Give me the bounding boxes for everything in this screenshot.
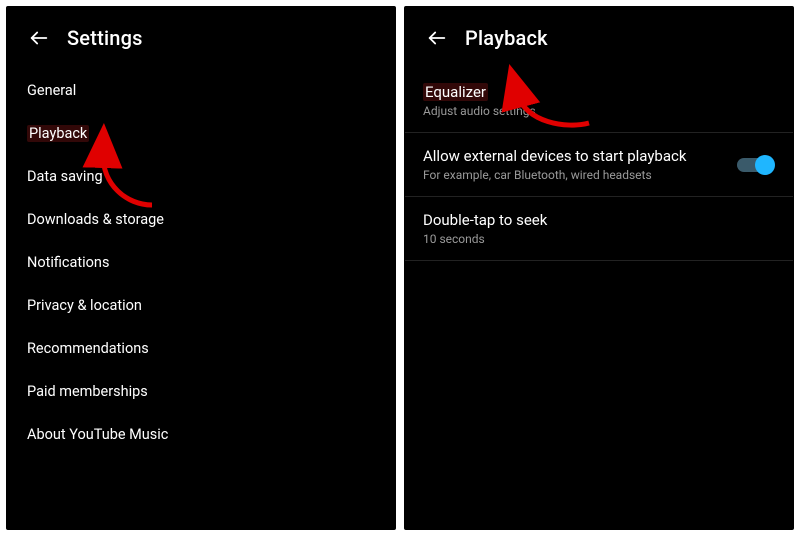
back-button[interactable] (19, 18, 59, 58)
settings-title: Settings (67, 26, 143, 50)
back-arrow-icon (28, 27, 50, 49)
playback-header: Playback (405, 7, 793, 61)
item-primary: Double-tap to seek (423, 211, 775, 229)
settings-item-label: Privacy & location (27, 297, 142, 314)
settings-item-label: Paid memberships (27, 383, 148, 400)
settings-item-label: About YouTube Music (27, 426, 168, 443)
settings-item-playback[interactable]: Playback (7, 112, 395, 155)
toggle-switch[interactable] (737, 158, 771, 172)
item-primary: Allow external devices to start playback (423, 147, 725, 165)
settings-item-privacy-location[interactable]: Privacy & location (7, 284, 395, 327)
settings-item-label: Playback (27, 125, 89, 142)
playback-item-double-tap-to-seek[interactable]: Double-tap to seek 10 seconds (405, 197, 793, 261)
back-arrow-icon (426, 27, 448, 49)
settings-item-label: Downloads & storage (27, 211, 164, 228)
item-texts: Equalizer Adjust audio settings (423, 83, 775, 118)
settings-item-downloads-storage[interactable]: Downloads & storage (7, 198, 395, 241)
settings-item-label: Data saving (27, 168, 103, 185)
settings-item-label: Recommendations (27, 340, 149, 357)
item-texts: Allow external devices to start playback… (423, 147, 725, 182)
playback-item-equalizer[interactable]: Equalizer Adjust audio settings (405, 69, 793, 133)
item-texts: Double-tap to seek 10 seconds (423, 211, 775, 246)
item-secondary: 10 seconds (423, 232, 775, 246)
item-secondary: For example, car Bluetooth, wired headse… (423, 168, 725, 182)
toggle-knob (755, 155, 775, 175)
settings-item-data-saving[interactable]: Data saving (7, 155, 395, 198)
settings-list: General Playback Data saving Downloads & st… (7, 61, 395, 456)
settings-header: Settings (7, 7, 395, 61)
settings-item-about-youtube-music[interactable]: About YouTube Music (7, 413, 395, 456)
back-button[interactable] (417, 18, 457, 58)
settings-panel: Settings General Playback Data saving Downl… (6, 6, 396, 530)
item-secondary: Adjust audio settings (423, 104, 775, 118)
playback-title: Playback (465, 26, 548, 50)
playback-item-allow-external-devices-to-start-playback[interactable]: Allow external devices to start playback… (405, 133, 793, 197)
settings-item-recommendations[interactable]: Recommendations (7, 327, 395, 370)
settings-item-notifications[interactable]: Notifications (7, 241, 395, 284)
item-primary: Equalizer (423, 83, 775, 101)
playback-panel: Playback Equalizer Adjust audio settings A… (404, 6, 794, 530)
settings-item-general[interactable]: General (7, 69, 395, 112)
playback-sections: Equalizer Adjust audio settings Allow exte… (405, 61, 793, 261)
settings-item-paid-memberships[interactable]: Paid memberships (7, 370, 395, 413)
settings-item-label: Notifications (27, 254, 109, 271)
settings-item-label: General (27, 82, 76, 99)
dual-pane-container: Settings General Playback Data saving Downl… (0, 0, 800, 536)
